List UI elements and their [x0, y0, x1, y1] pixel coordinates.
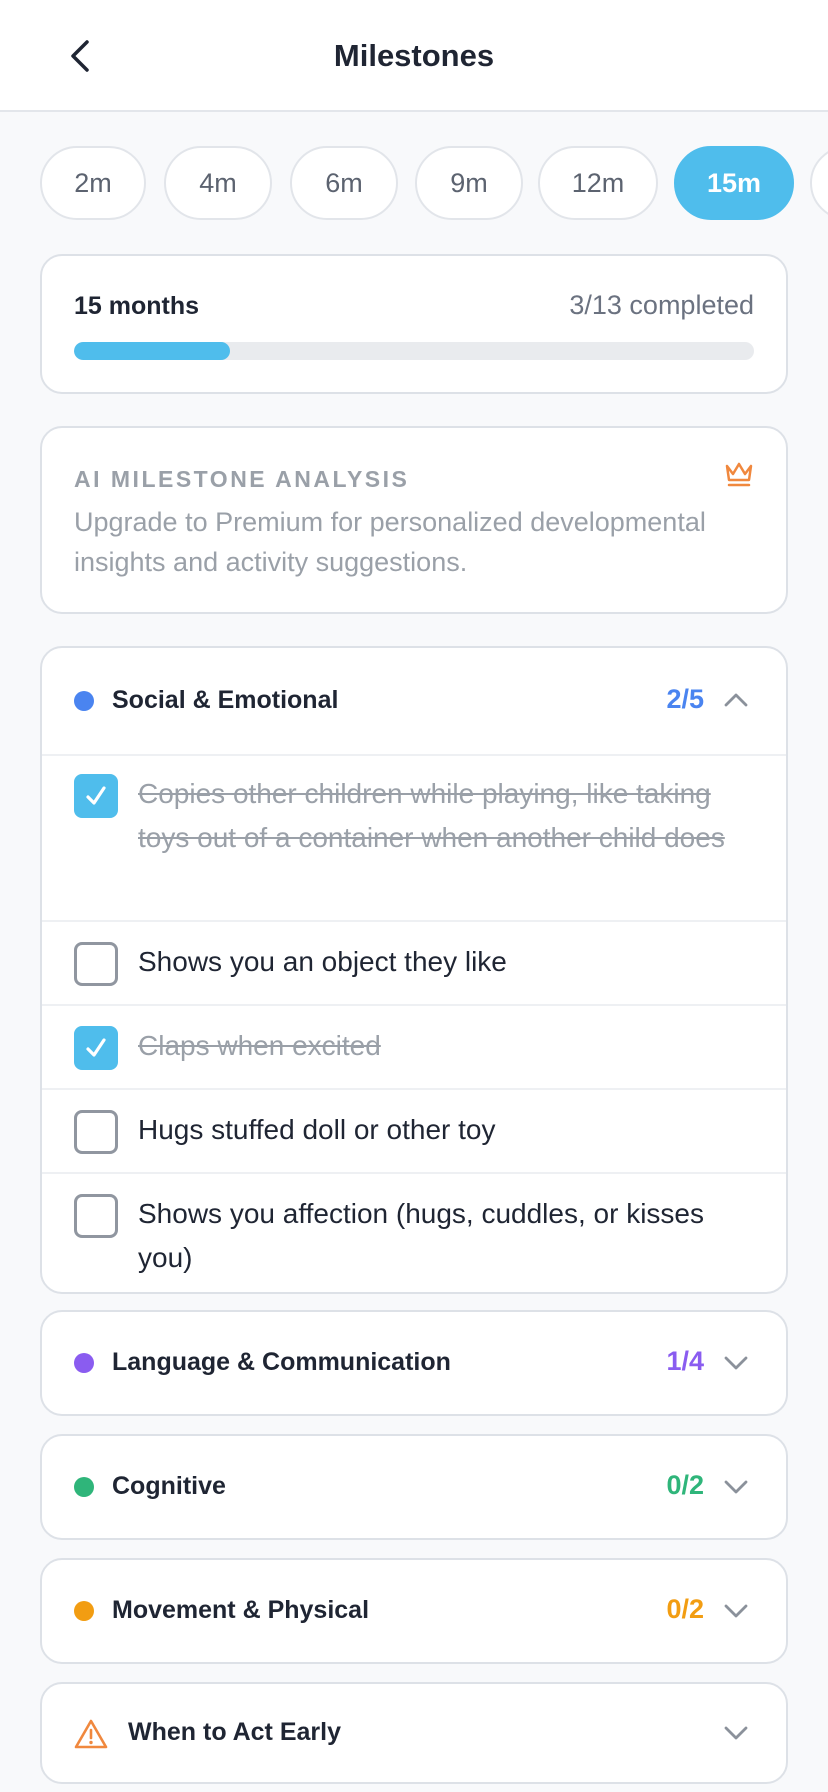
progress-label: 15 months: [74, 292, 200, 320]
section-language-communication: Language & Communication 1/4: [40, 1310, 788, 1416]
chevron-down-icon: [724, 1726, 748, 1740]
section-act-early: When to Act Early: [40, 1682, 788, 1784]
milestone-checkbox[interactable]: [74, 774, 118, 818]
milestone-item[interactable]: Shows you an object they like: [42, 922, 786, 1006]
tab-4m[interactable]: 4m: [164, 146, 272, 220]
crown-icon: [725, 462, 753, 487]
progress-card: 15 months 3/13 completed: [40, 254, 788, 394]
progress-count: 3/13 completed: [569, 290, 754, 320]
ai-analysis-card[interactable]: AI MILESTONE ANALYSIS Upgrade to Premium…: [40, 426, 788, 614]
ai-analysis-text: Upgrade to Premium for personalized deve…: [74, 507, 706, 577]
tab-more[interactable]: [810, 146, 828, 220]
section-count: 0/2: [666, 1470, 704, 1500]
tab-9m[interactable]: 9m: [415, 146, 523, 220]
section-header-language[interactable]: Language & Communication 1/4: [42, 1312, 786, 1414]
section-name: Cognitive: [112, 1472, 226, 1500]
milestone-text: Shows you affection (hugs, cuddles, or k…: [138, 1198, 705, 1273]
tab-6m[interactable]: 6m: [290, 146, 398, 220]
section-cognitive: Cognitive 0/2: [40, 1434, 788, 1540]
milestone-text: Shows you an object they like: [138, 946, 507, 977]
milestone-text: Copies other children while playing, lik…: [138, 778, 725, 853]
age-tabs: 2m 4m 6m 9m 12m 15m: [40, 146, 828, 222]
section-header-movement[interactable]: Movement & Physical 0/2: [42, 1560, 786, 1662]
milestone-checkbox[interactable]: [74, 942, 118, 986]
section-count: 0/2: [666, 1594, 704, 1624]
progress-bar-fill: [74, 342, 231, 360]
milestone-item[interactable]: Shows you affection (hugs, cuddles, or k…: [42, 1174, 786, 1292]
tab-15m[interactable]: 15m: [674, 146, 794, 220]
checkmark-icon: [86, 786, 106, 805]
checkmark-icon: [86, 1038, 106, 1057]
progress-bar: [74, 342, 754, 360]
section-dot: [74, 1601, 94, 1621]
section-name: Social & Emotional: [112, 686, 339, 714]
chevron-down-icon: [724, 1604, 748, 1618]
milestone-text: Hugs stuffed doll or other toy: [138, 1114, 496, 1145]
chevron-up-icon: [724, 693, 748, 707]
milestone-checkbox[interactable]: [74, 1194, 118, 1238]
milestone-item[interactable]: Claps when excited: [42, 1006, 786, 1090]
section-movement-physical: Movement & Physical 0/2: [40, 1558, 788, 1664]
chevron-down-icon: [724, 1480, 748, 1494]
section-count: 1/4: [666, 1346, 704, 1376]
milestone-checkbox[interactable]: [74, 1110, 118, 1154]
warning-icon: [74, 1719, 108, 1749]
section-header-social[interactable]: Social & Emotional 2/5: [42, 648, 786, 754]
milestone-list: Copies other children while playing, lik…: [42, 754, 786, 1292]
section-name: Language & Communication: [112, 1348, 451, 1376]
section-count: 2/5: [666, 684, 704, 714]
section-social-emotional: Social & Emotional 2/5 Copies other chil…: [40, 646, 788, 1294]
tab-12m[interactable]: 12m: [538, 146, 658, 220]
section-header-act-early[interactable]: When to Act Early: [42, 1684, 786, 1784]
ai-analysis-title: AI MILESTONE ANALYSIS: [74, 466, 410, 492]
milestone-text: Claps when excited: [138, 1030, 381, 1061]
milestone-item[interactable]: Hugs stuffed doll or other toy: [42, 1090, 786, 1174]
chevron-down-icon: [724, 1356, 748, 1370]
app-header: Milestones: [0, 0, 828, 112]
section-dot: [74, 691, 94, 711]
section-name: When to Act Early: [128, 1718, 341, 1746]
milestone-checkbox[interactable]: [74, 1026, 118, 1070]
tab-2m[interactable]: 2m: [40, 146, 146, 220]
section-header-cognitive[interactable]: Cognitive 0/2: [42, 1436, 786, 1538]
section-dot: [74, 1477, 94, 1497]
page-title: Milestones: [333, 38, 495, 73]
section-name: Movement & Physical: [112, 1596, 370, 1624]
section-dot: [74, 1353, 94, 1373]
milestone-item[interactable]: Copies other children while playing, lik…: [42, 756, 786, 922]
